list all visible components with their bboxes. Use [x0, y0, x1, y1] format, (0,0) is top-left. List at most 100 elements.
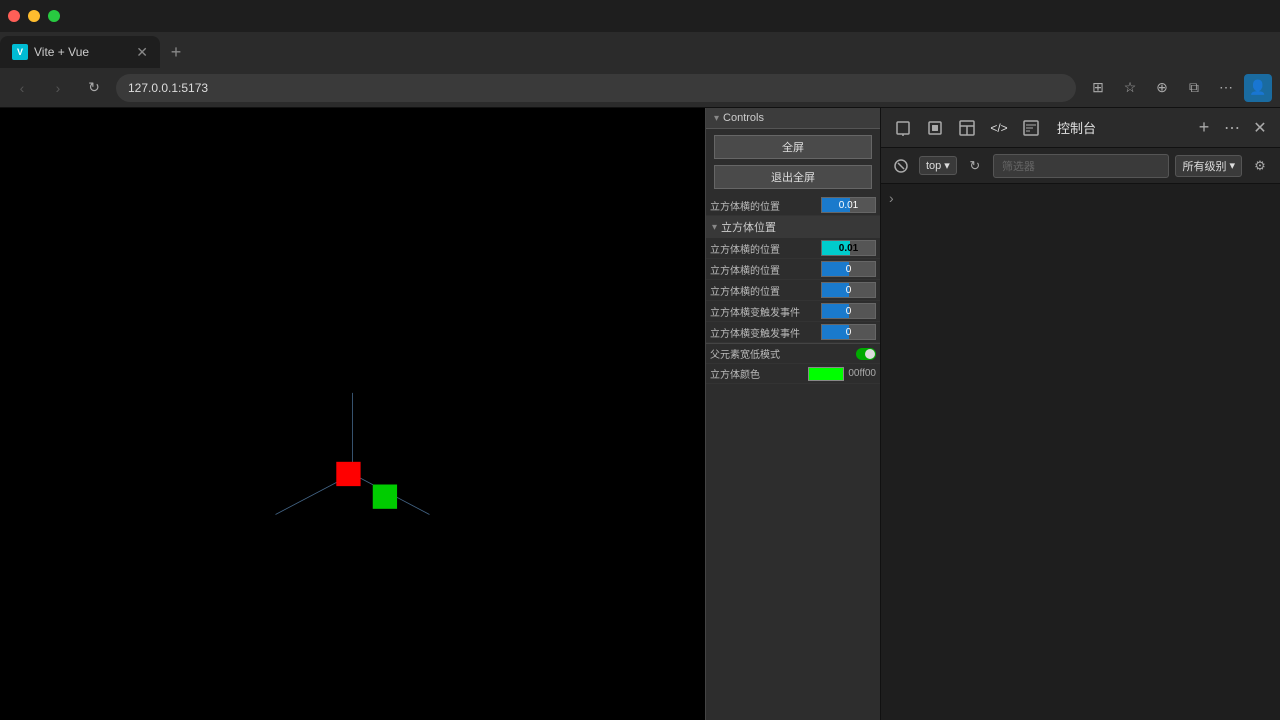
maximize-window-btn[interactable]	[48, 10, 60, 22]
devtools-settings-btn[interactable]: ⚙	[1248, 154, 1272, 178]
favorites-btn[interactable]: ☆	[1116, 74, 1144, 102]
tab-title: Vite + Vue	[34, 45, 89, 59]
tab-favicon: V	[12, 44, 28, 60]
control-row-4: 立方体横变触发事件 0	[706, 301, 880, 322]
color-swatch[interactable]	[808, 367, 844, 381]
section-title: 立方体位置	[721, 219, 776, 235]
main-layout: ▾ Controls 全屏 退出全屏 立方体横的位置 0.01 ▾ 立方体位置	[0, 108, 1280, 720]
back-btn[interactable]: ‹	[8, 74, 36, 102]
title-bar	[0, 0, 1280, 32]
label-2: 立方体横的位置	[710, 262, 821, 277]
forward-btn[interactable]: ›	[44, 74, 72, 102]
refresh-btn[interactable]: ↻	[80, 74, 108, 102]
value-text-1: 0.01	[822, 243, 875, 254]
devtools-content	[881, 212, 1280, 720]
devtools-expand-row: ›	[881, 184, 1280, 212]
toggle-btn[interactable]	[856, 348, 876, 360]
control-row-cube-pos-top: 立方体横的位置 0.01	[706, 195, 880, 216]
toggle-knob	[865, 349, 875, 359]
panel-buttons-row: 全屏 退出全屏	[706, 129, 880, 195]
value-bar-1[interactable]: 0.01	[821, 240, 876, 256]
console-icon-btn[interactable]	[1017, 114, 1045, 142]
value-text-2: 0	[822, 264, 875, 275]
color-value-container: 00ff00	[808, 367, 876, 381]
close-window-btn[interactable]	[8, 10, 20, 22]
layout-btn[interactable]	[953, 114, 981, 142]
devtools-add-btn[interactable]: +	[1192, 116, 1216, 140]
expand-arrow[interactable]: ›	[889, 190, 894, 206]
control-row-2: 立方体横的位置 0	[706, 259, 880, 280]
nav-icons: ⊞ ☆ ⊕ ⧉ ⋯ 👤	[1084, 74, 1272, 102]
control-label-cube-pos-top: 立方体横的位置	[710, 198, 821, 213]
top-dropdown-icon: ▾	[944, 159, 950, 172]
tab-close-btn[interactable]: ✕	[136, 44, 148, 61]
top-context-badge[interactable]: top ▾	[919, 156, 957, 175]
value-bar-5[interactable]: 0	[821, 324, 876, 340]
control-row-color: 立方体颜色 00ff00	[706, 364, 880, 384]
panel-title: Controls	[723, 112, 764, 124]
refresh-devtools-btn[interactable]: ↻	[963, 154, 987, 178]
refresh-icon: ↻	[969, 158, 980, 174]
fullscreen-btn[interactable]: 全屏	[714, 135, 872, 159]
devtools-sub-toolbar: top ▾ ↻ 筛选器 所有级别 ▾ ⚙	[881, 148, 1280, 184]
browser-more-btn[interactable]: ⋯	[1212, 74, 1240, 102]
panel-collapse-icon[interactable]: ▾	[714, 113, 719, 124]
address-text: 127.0.0.1:5173	[128, 81, 208, 95]
label-1: 立方体横的位置	[710, 241, 821, 256]
value-text-4: 0	[822, 306, 875, 317]
nav-bar: ‹ › ↻ 127.0.0.1:5173 ⊞ ☆ ⊕ ⧉ ⋯ 👤	[0, 68, 1280, 108]
control-value-top: 0.01	[821, 197, 876, 213]
control-row-toggle: 父元素宽低模式	[706, 344, 880, 364]
value-4: 0	[821, 303, 876, 319]
label-4: 立方体横变触发事件	[710, 304, 821, 319]
select-element-btn[interactable]	[921, 114, 949, 142]
console-filter-input[interactable]: 筛选器	[993, 154, 1170, 178]
address-bar[interactable]: 127.0.0.1:5173	[116, 74, 1076, 102]
devtools-close-btn[interactable]: ✕	[1248, 116, 1272, 140]
extensions-btn[interactable]: ⊞	[1084, 74, 1112, 102]
code-icon: </>	[990, 121, 1007, 135]
minimize-window-btn[interactable]	[28, 10, 40, 22]
3d-scene-svg	[0, 108, 705, 720]
label-5: 立方体横变触发事件	[710, 325, 821, 340]
value-text-top: 0.01	[822, 200, 875, 211]
filter-label: 所有级别	[1182, 158, 1226, 174]
inspect-element-btn[interactable]	[889, 114, 917, 142]
control-row-1: 立方体横的位置 0.01	[706, 238, 880, 259]
profile-btn[interactable]: 👤	[1244, 74, 1272, 102]
value-text-5: 0	[822, 327, 875, 338]
search-placeholder: 筛选器	[1002, 158, 1035, 174]
value-5: 0	[821, 324, 876, 340]
value-2: 0	[821, 261, 876, 277]
active-tab[interactable]: V Vite + Vue ✕	[0, 36, 160, 68]
color-hex-text: 00ff00	[848, 368, 876, 379]
code-btn[interactable]: </>	[985, 114, 1013, 142]
toggle-label: 父元素宽低模式	[710, 346, 856, 361]
window-controls	[8, 10, 60, 22]
value-1: 0.01	[821, 240, 876, 256]
section-header-cube-pos[interactable]: ▾ 立方体位置	[706, 216, 880, 238]
new-tab-btn[interactable]: +	[160, 36, 192, 68]
control-row-5: 立方体横变触发事件 0	[706, 322, 880, 343]
log-level-filter[interactable]: 所有级别 ▾	[1175, 155, 1242, 177]
color-label: 立方体颜色	[710, 366, 808, 381]
cube-position-section: ▾ 立方体位置 立方体横的位置 0.01 立方体横的位置 0	[706, 216, 880, 344]
splitscreen-btn[interactable]: ⧉	[1180, 74, 1208, 102]
section-collapse-icon: ▾	[712, 222, 717, 233]
control-row-3: 立方体横的位置 0	[706, 280, 880, 301]
panel-header: ▾ Controls	[706, 108, 880, 129]
devtools-more-btn[interactable]: ⋯	[1220, 116, 1244, 140]
controls-panel: ▾ Controls 全屏 退出全屏 立方体横的位置 0.01 ▾ 立方体位置	[705, 108, 880, 720]
collections-btn[interactable]: ⊕	[1148, 74, 1176, 102]
value-text-3: 0	[822, 285, 875, 296]
tab-bar: V Vite + Vue ✕ +	[0, 32, 1280, 68]
exit-fullscreen-btn[interactable]: 退出全屏	[714, 165, 872, 189]
value-bar-3[interactable]: 0	[821, 282, 876, 298]
filter-dropdown-icon: ▾	[1229, 159, 1235, 172]
value-bar-top[interactable]: 0.01	[821, 197, 876, 213]
settings-icon: ⚙	[1254, 158, 1266, 174]
value-bar-4[interactable]: 0	[821, 303, 876, 319]
value-bar-2[interactable]: 0	[821, 261, 876, 277]
value-3: 0	[821, 282, 876, 298]
clear-console-btn[interactable]	[889, 154, 913, 178]
